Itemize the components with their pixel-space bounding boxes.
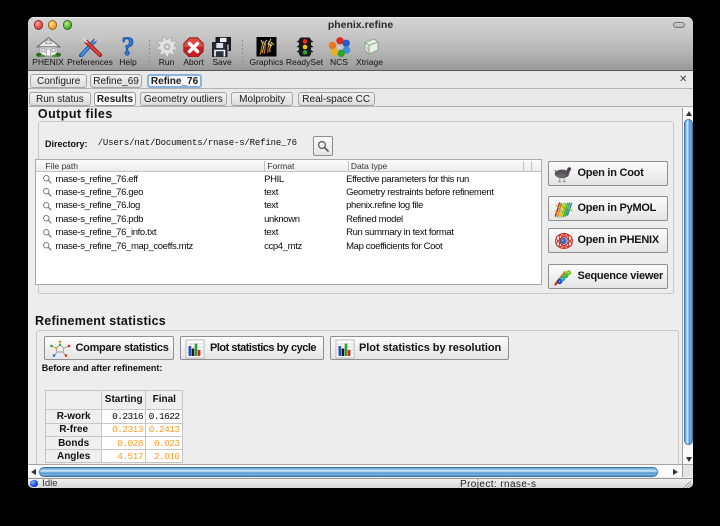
svg-text:?: ? — [122, 37, 135, 57]
